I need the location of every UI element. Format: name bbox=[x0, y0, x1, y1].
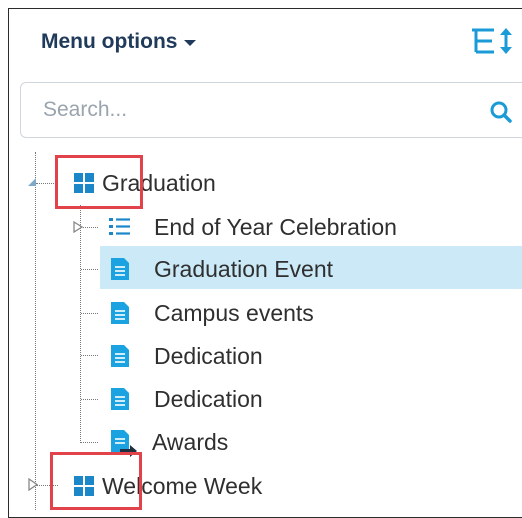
tree-node-dedication[interactable]: Dedication bbox=[106, 379, 263, 419]
expand-collapse-tree-icon[interactable] bbox=[470, 26, 516, 56]
page-icon bbox=[111, 345, 129, 367]
tree-guide-line bbox=[81, 269, 98, 270]
list-icon bbox=[109, 218, 130, 235]
expand-arrow-icon[interactable] bbox=[28, 478, 38, 491]
tree-guide-line bbox=[35, 152, 36, 510]
tree-guide-line bbox=[81, 227, 98, 228]
page-icon bbox=[111, 302, 129, 324]
tree-node-label: Dedication bbox=[154, 385, 263, 412]
tree-node-end-of-year-celebration[interactable]: End of Year Celebration bbox=[106, 207, 397, 247]
caret-down-icon bbox=[184, 40, 197, 46]
collapse-arrow-icon[interactable] bbox=[26, 176, 38, 188]
tree-guide-line bbox=[80, 205, 81, 443]
tree-node-label: Graduation Event bbox=[154, 255, 334, 282]
expand-arrow-icon[interactable] bbox=[73, 221, 83, 233]
tree-node-label: Dedication bbox=[154, 342, 263, 369]
menu-options-dropdown[interactable]: Menu options bbox=[41, 30, 197, 54]
tree-guide-line bbox=[81, 399, 98, 400]
search-box bbox=[20, 82, 522, 138]
search-icon[interactable] bbox=[489, 100, 513, 124]
tree-node-label: End of Year Celebration bbox=[154, 213, 397, 240]
tree-node-dedication[interactable]: Dedication bbox=[106, 336, 263, 376]
tree-node-graduation-event[interactable]: Graduation Event bbox=[106, 249, 333, 289]
page-icon bbox=[111, 388, 129, 410]
page-icon bbox=[111, 258, 129, 280]
tree-guide-line bbox=[81, 355, 98, 356]
search-input[interactable] bbox=[41, 97, 465, 123]
tree-node-label: Awards bbox=[152, 428, 229, 455]
tree-guide-line bbox=[81, 442, 98, 443]
tree-node-campus-events[interactable]: Campus events bbox=[106, 293, 314, 333]
menu-header: Menu options bbox=[41, 30, 197, 56]
tree-node-label: Campus events bbox=[154, 299, 314, 326]
menu-options-label: Menu options bbox=[41, 30, 178, 53]
tree-guide-line bbox=[81, 313, 98, 314]
callout-highlight-box bbox=[50, 452, 142, 510]
callout-highlight-box bbox=[55, 155, 143, 209]
